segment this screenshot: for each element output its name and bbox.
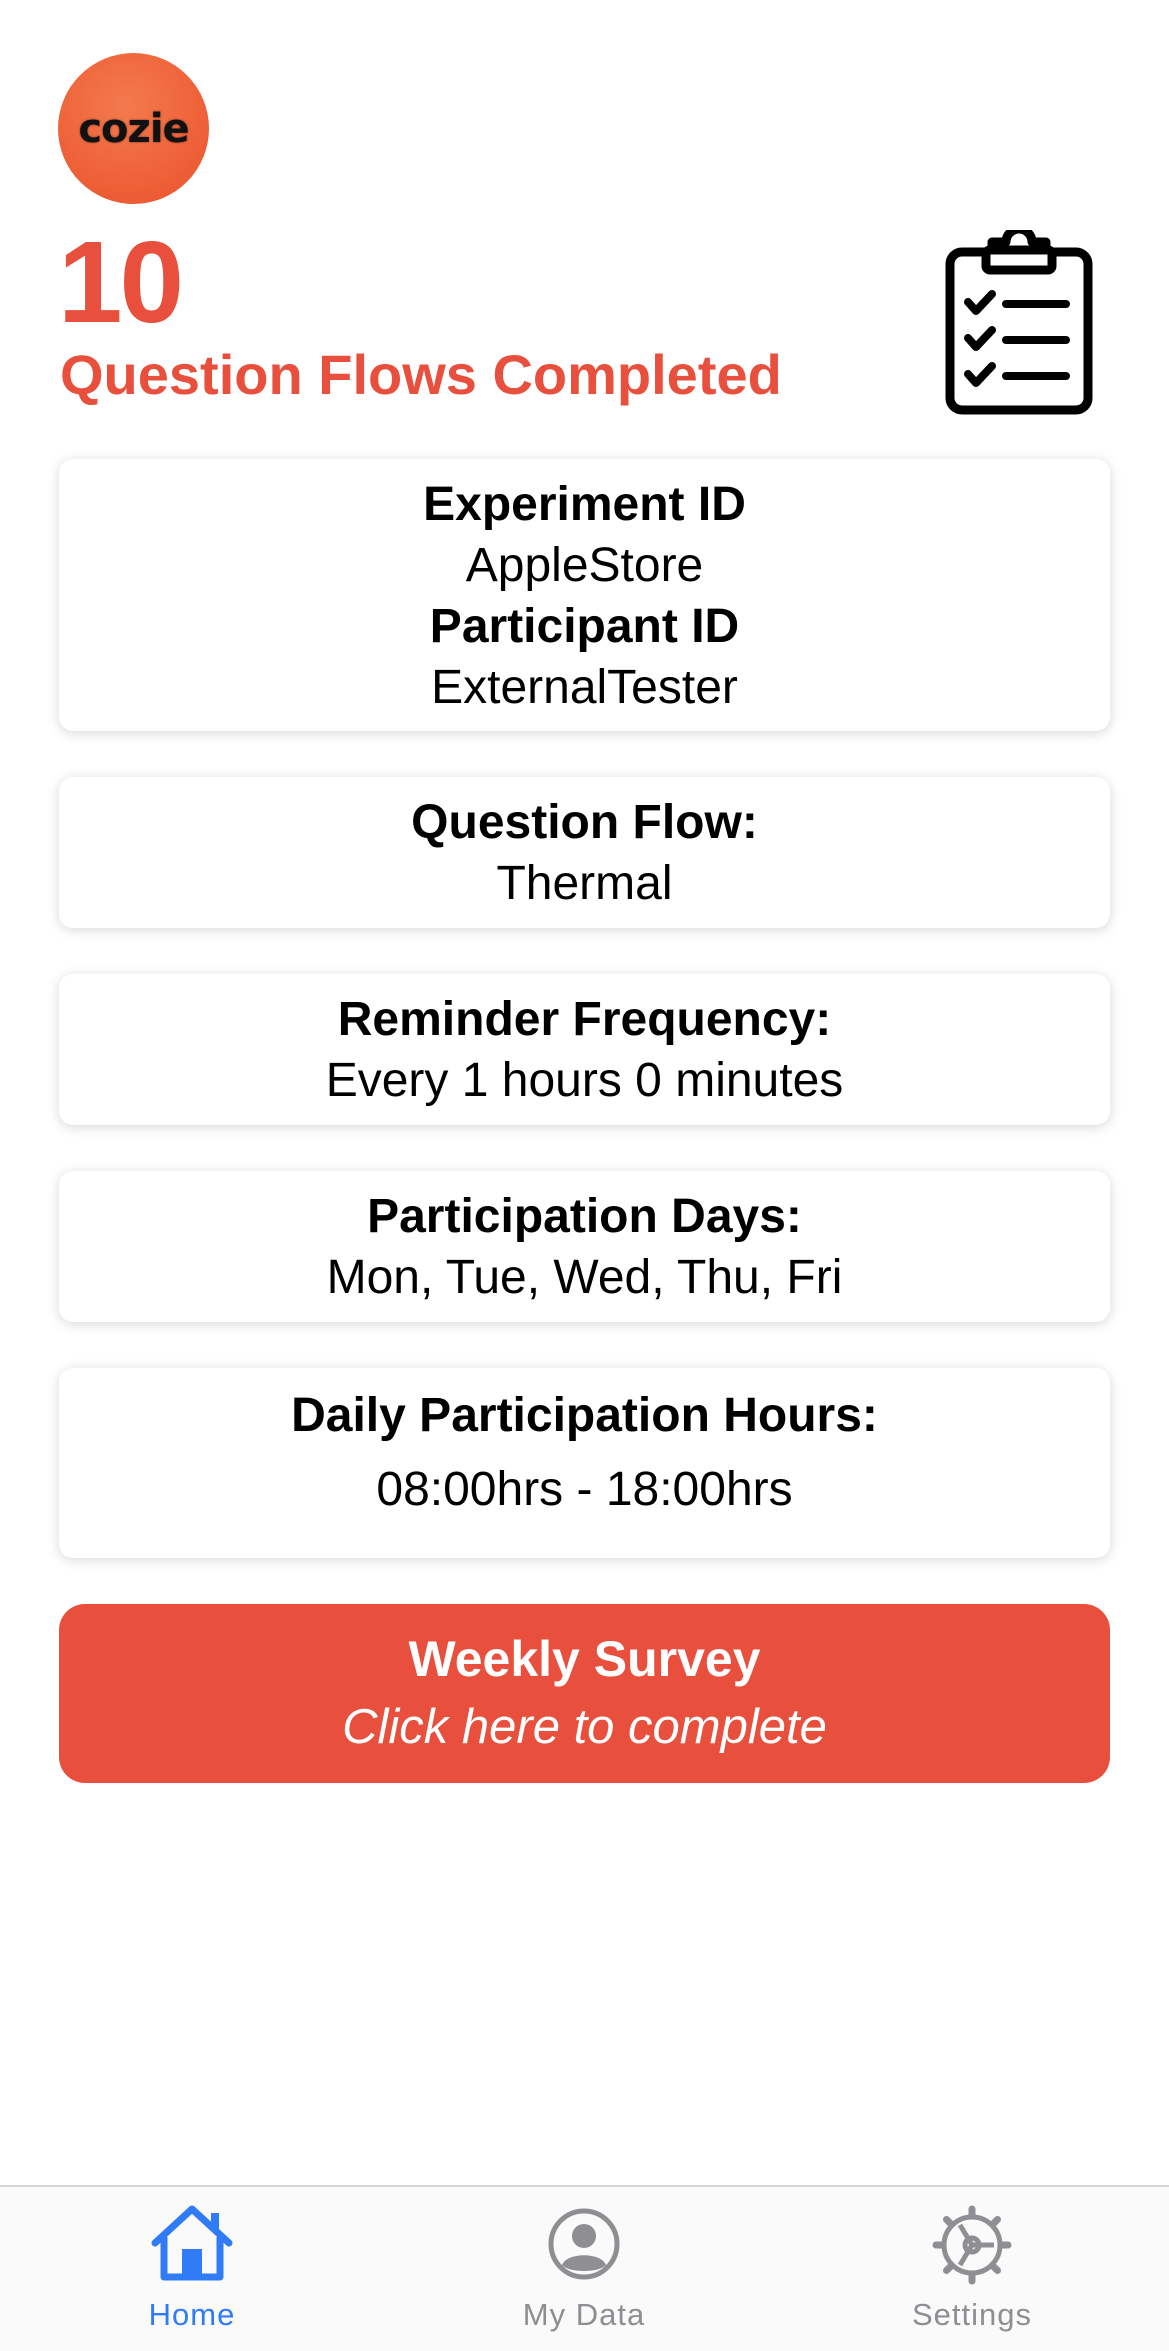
tab-settings-label: Settings (911, 2297, 1032, 2332)
participation-days-card: Participation Days: Mon, Tue, Wed, Thu, … (59, 1171, 1110, 1322)
experiment-id-value: AppleStore (465, 539, 704, 592)
completed-label: Question Flows Completed (60, 343, 782, 406)
gear-icon (932, 2205, 1012, 2285)
reminder-frequency-card: Reminder Frequency: Every 1 hours 0 minu… (59, 974, 1110, 1125)
weekly-survey-subtitle: Click here to complete (342, 1700, 827, 1754)
tab-my-data-label: My Data (522, 2297, 646, 2332)
tab-settings[interactable]: Settings (842, 2187, 1102, 2351)
house-icon (151, 2205, 233, 2281)
question-flow-title: Question Flow: (411, 796, 758, 849)
reminder-frequency-title: Reminder Frequency: (337, 993, 832, 1046)
tab-home-label: Home (148, 2297, 236, 2332)
participation-hours-title: Daily Participation Hours: (291, 1389, 878, 1442)
completed-count: 10 (58, 217, 184, 347)
person-circle-icon (548, 2208, 620, 2280)
participant-id-title: Participant ID (429, 600, 740, 653)
clipboard-checklist-icon (945, 230, 1093, 415)
tab-bar: Home My Data Settings (0, 2185, 1169, 2351)
cozie-logo: cozie (58, 53, 209, 204)
question-flow-value: Thermal (496, 857, 673, 910)
reminder-frequency-value: Every 1 hours 0 minutes (325, 1054, 844, 1107)
tab-home[interactable]: Home (62, 2187, 322, 2351)
participant-id-value: ExternalTester (431, 661, 738, 714)
participation-days-value: Mon, Tue, Wed, Thu, Fri (326, 1251, 843, 1304)
participation-hours-value: 08:00hrs - 18:00hrs (376, 1463, 793, 1516)
participation-days-title: Participation Days: (367, 1190, 802, 1243)
experiment-id-title: Experiment ID (423, 478, 746, 531)
experiment-card: Experiment ID AppleStore Participant ID … (59, 459, 1110, 731)
weekly-survey-button[interactable]: Weekly Survey Click here to complete (59, 1604, 1110, 1783)
logo-text: cozie (78, 105, 189, 152)
question-flow-card: Question Flow: Thermal (59, 777, 1110, 928)
tab-my-data[interactable]: My Data (454, 2187, 714, 2351)
weekly-survey-title: Weekly Survey (408, 1631, 761, 1687)
participation-hours-card: Daily Participation Hours: 08:00hrs - 18… (59, 1368, 1110, 1558)
